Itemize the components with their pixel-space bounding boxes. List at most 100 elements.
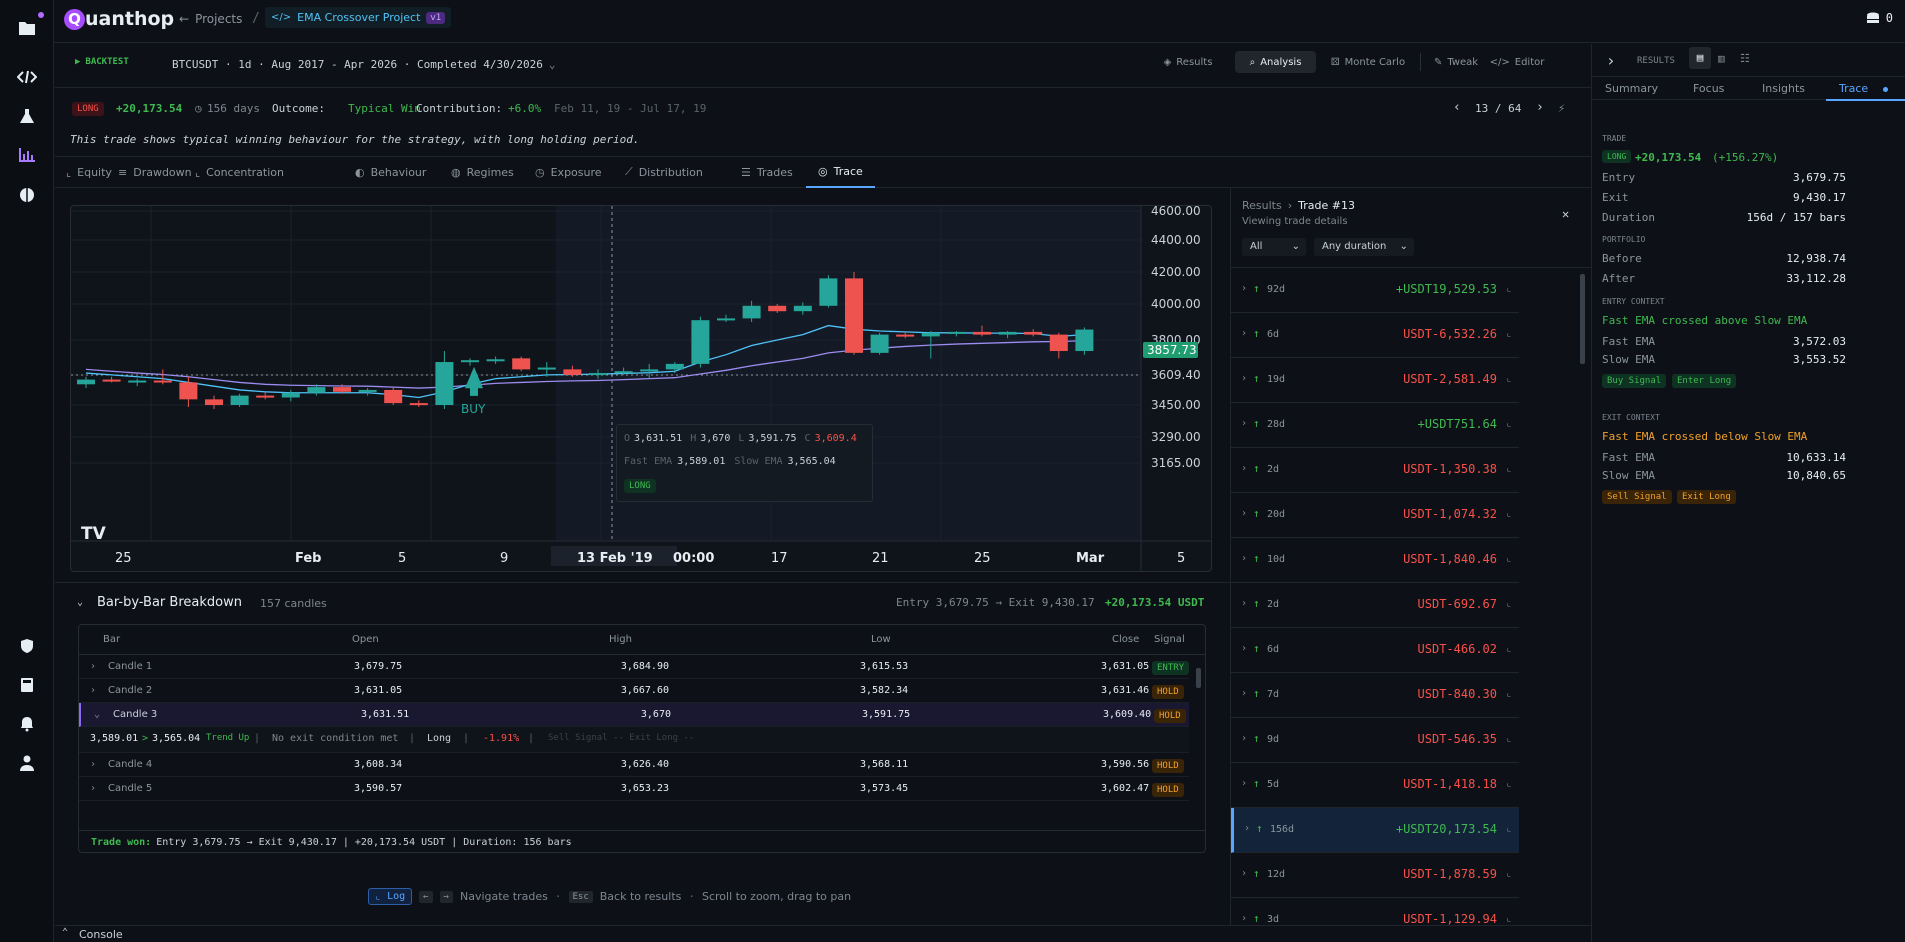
scrollbar-thumb[interactable] bbox=[1196, 668, 1201, 688]
side-filter-value: All bbox=[1250, 241, 1263, 252]
trade-list-item[interactable]: › ↑ 28d +USDT751.64 ⌞ bbox=[1231, 403, 1519, 448]
table-row[interactable]: › Candle 1 3,679.75 3,684.90 3,615.53 3,631.0… bbox=[79, 655, 1190, 679]
tradingview-logo[interactable]: TV bbox=[81, 524, 106, 544]
chart-icon[interactable]: ⌞ bbox=[1506, 778, 1512, 789]
user-icon[interactable] bbox=[14, 750, 40, 776]
chart-icon[interactable]: ⌞ bbox=[1506, 418, 1512, 429]
credits-counter[interactable]: 0 bbox=[1866, 11, 1893, 25]
tab-summary[interactable]: Summary bbox=[1605, 82, 1658, 95]
brain-icon[interactable] bbox=[14, 182, 40, 208]
trade-list-item[interactable]: › ↑ 3d USDT-1,129.94 ⌞ bbox=[1231, 898, 1519, 925]
analysis-button[interactable]: ⌕ Analysis bbox=[1235, 51, 1316, 73]
project-breadcrumb[interactable]: </> EMA Crossover Project v1 bbox=[265, 7, 452, 28]
trade-list-item[interactable]: › ↑ 6d USDT-6,532.26 ⌞ bbox=[1231, 313, 1519, 358]
tab-drawdown[interactable]: ≡ Drawdown bbox=[118, 157, 192, 187]
document-icon[interactable]: ▤ bbox=[1689, 47, 1711, 69]
table-header: Bar Open High Low Close Signal bbox=[79, 625, 1205, 655]
fast-ema-label: Fast EMA bbox=[624, 456, 673, 467]
chart-icon[interactable]: ⌞ bbox=[1506, 553, 1512, 564]
trade-list-item[interactable]: › ↑ 10d USDT-1,840.46 ⌞ bbox=[1231, 538, 1519, 583]
log-toggle[interactable]: ⌞ Log bbox=[368, 888, 413, 905]
chart-icon[interactable]: ⌞ bbox=[1506, 328, 1512, 339]
chart-icon[interactable]: ⌞ bbox=[1506, 913, 1512, 924]
arrow-up-icon: ↑ bbox=[1253, 642, 1260, 655]
breadcrumb-root[interactable]: Results bbox=[1242, 199, 1282, 212]
tab-focus[interactable]: Focus bbox=[1693, 82, 1724, 95]
candlestick-chart[interactable]: 4600.004400.004200.004000.003800.003609.… bbox=[71, 206, 1212, 572]
book-icon[interactable] bbox=[14, 672, 40, 698]
version-badge: v1 bbox=[426, 11, 446, 24]
chart-icon[interactable]: ⌞ bbox=[1506, 733, 1512, 744]
chart-icon[interactable] bbox=[14, 142, 40, 168]
next-trade-button[interactable]: › bbox=[1536, 100, 1544, 115]
notebook-icon[interactable]: ▥ bbox=[1718, 52, 1725, 65]
trade-list-item[interactable]: › ↑ 92d +USDT19,529.53 ⌞ bbox=[1231, 268, 1519, 313]
price-chart[interactable]: 4600.00 4400.00 4200.00 4000.00 3800.00 3609.… bbox=[70, 205, 1212, 572]
tab-regimes[interactable]: ◍ Regimes bbox=[451, 157, 514, 187]
duration-filter[interactable]: Any duration ⌄ bbox=[1314, 238, 1414, 256]
flask-icon[interactable] bbox=[14, 103, 40, 129]
tab-trades[interactable]: ☰ Trades bbox=[741, 157, 793, 187]
trade-list-item[interactable]: › ↑ 7d USDT-840.30 ⌞ bbox=[1231, 673, 1519, 718]
monte-carlo-button[interactable]: ⚄ Monte Carlo bbox=[1325, 51, 1411, 73]
detail-signals: Sell Signal -- Exit Long -- bbox=[548, 733, 695, 743]
tab-behaviour[interactable]: ◐ Behaviour bbox=[355, 157, 426, 187]
tab-concentration[interactable]: ⌞ Concentration bbox=[195, 157, 284, 187]
table-row[interactable]: ⌄ Candle 3 3,631.51 3,670 3,591.75 3,609.40 HO… bbox=[79, 703, 1189, 727]
shield-icon[interactable] bbox=[14, 633, 40, 659]
trade-list-item[interactable]: › ↑ 156d +USDT20,173.54 ⌞ bbox=[1231, 808, 1519, 853]
chart-icon[interactable]: ⌞ bbox=[1506, 643, 1512, 654]
chart-icon[interactable]: ⌞ bbox=[1506, 688, 1512, 699]
results-button[interactable]: ◈ Results bbox=[1157, 51, 1219, 73]
tab-equity[interactable]: ⌞ Equity bbox=[66, 157, 112, 187]
lightning-icon[interactable]: ⚡ bbox=[1558, 101, 1565, 115]
trade-list-scrollbar[interactable] bbox=[1580, 274, 1585, 364]
table-scrollbar[interactable] bbox=[1196, 658, 1202, 798]
chart-icon[interactable]: ⌞ bbox=[1506, 463, 1512, 474]
bell-icon[interactable] bbox=[14, 711, 40, 737]
prev-trade-button[interactable]: ‹ bbox=[1453, 100, 1461, 115]
collapse-panel-icon[interactable]: › bbox=[1606, 51, 1616, 70]
table-row[interactable]: › Candle 4 3,608.34 3,626.40 3,568.11 3,590.5… bbox=[79, 753, 1189, 777]
trade-list-item[interactable]: › ↑ 20d USDT-1,074.32 ⌞ bbox=[1231, 493, 1519, 538]
chart-icon[interactable]: ⌞ bbox=[1506, 823, 1512, 834]
trade-list-item[interactable]: › ↑ 9d USDT-546.35 ⌞ bbox=[1231, 718, 1519, 763]
chart-icon[interactable]: ⌞ bbox=[1506, 283, 1512, 294]
x-tick-label: 25 bbox=[974, 551, 991, 566]
tab-trace[interactable]: Trace bbox=[1826, 77, 1905, 101]
trade-list-item[interactable]: › ↑ 2d USDT-692.67 ⌞ bbox=[1231, 583, 1519, 628]
editor-button[interactable]: </> Editor bbox=[1487, 51, 1547, 73]
trade-list-item[interactable]: › ↑ 19d USDT-2,581.49 ⌞ bbox=[1231, 358, 1519, 403]
back-to-projects-link[interactable]: ← Projects bbox=[179, 12, 242, 26]
table-row[interactable]: › Candle 5 3,590.57 3,653.23 3,573.45 3,602.4… bbox=[79, 777, 1189, 801]
trade-list-item[interactable]: › ↑ 5d USDT-1,418.18 ⌞ bbox=[1231, 763, 1519, 808]
code-icon[interactable] bbox=[14, 64, 40, 90]
tweak-button[interactable]: ✎ Tweak bbox=[1430, 51, 1482, 73]
console-bar[interactable]: ⌃ Console bbox=[55, 925, 1591, 942]
tab-insights[interactable]: Insights bbox=[1762, 82, 1805, 95]
close-icon[interactable]: ✕ bbox=[1562, 207, 1569, 221]
trade-list-item[interactable]: › ↑ 12d USDT-1,878.59 ⌞ bbox=[1231, 853, 1519, 898]
table-row[interactable]: › Candle 2 3,631.05 3,667.60 3,582.34 3,631.4… bbox=[79, 679, 1189, 703]
trade-pnl: USDT-546.35 bbox=[1417, 732, 1497, 746]
tab-trace[interactable]: ◎ Trace bbox=[806, 157, 875, 188]
chart-icon[interactable]: ⌞ bbox=[1506, 868, 1512, 879]
duration-filter-value: Any duration bbox=[1322, 241, 1387, 252]
files-icon[interactable] bbox=[14, 12, 44, 41]
chart-icon[interactable]: ⌞ bbox=[1506, 373, 1512, 384]
right-key: → bbox=[439, 890, 453, 903]
chart-icon[interactable]: ⌞ bbox=[1506, 508, 1512, 519]
pnl-pct: (+156.27%) bbox=[1712, 151, 1779, 164]
checklist-icon[interactable]: ☷ bbox=[1740, 52, 1750, 65]
trade-list-item[interactable]: › ↑ 2d USDT-1,350.38 ⌞ bbox=[1231, 448, 1519, 493]
collapse-icon[interactable]: ⌄ bbox=[77, 597, 83, 608]
tab-distribution[interactable]: ⟋ Distribution bbox=[625, 157, 703, 187]
chart-icon[interactable]: ⌞ bbox=[1506, 598, 1512, 609]
run-selector[interactable]: BTCUSDT · 1d · Aug 2017 - Apr 2026 · Com… bbox=[172, 58, 556, 71]
trade-list-item[interactable]: › ↑ 6d USDT-466.02 ⌞ bbox=[1231, 628, 1519, 673]
tab-exposure[interactable]: ◷ Exposure bbox=[535, 157, 602, 187]
trade-duration: 12d bbox=[1267, 869, 1286, 880]
trade-pnl: +USDT751.64 bbox=[1417, 417, 1497, 431]
side-filter[interactable]: All ⌄ bbox=[1242, 238, 1306, 256]
brand-logo[interactable]: Q uanthop bbox=[64, 8, 174, 30]
